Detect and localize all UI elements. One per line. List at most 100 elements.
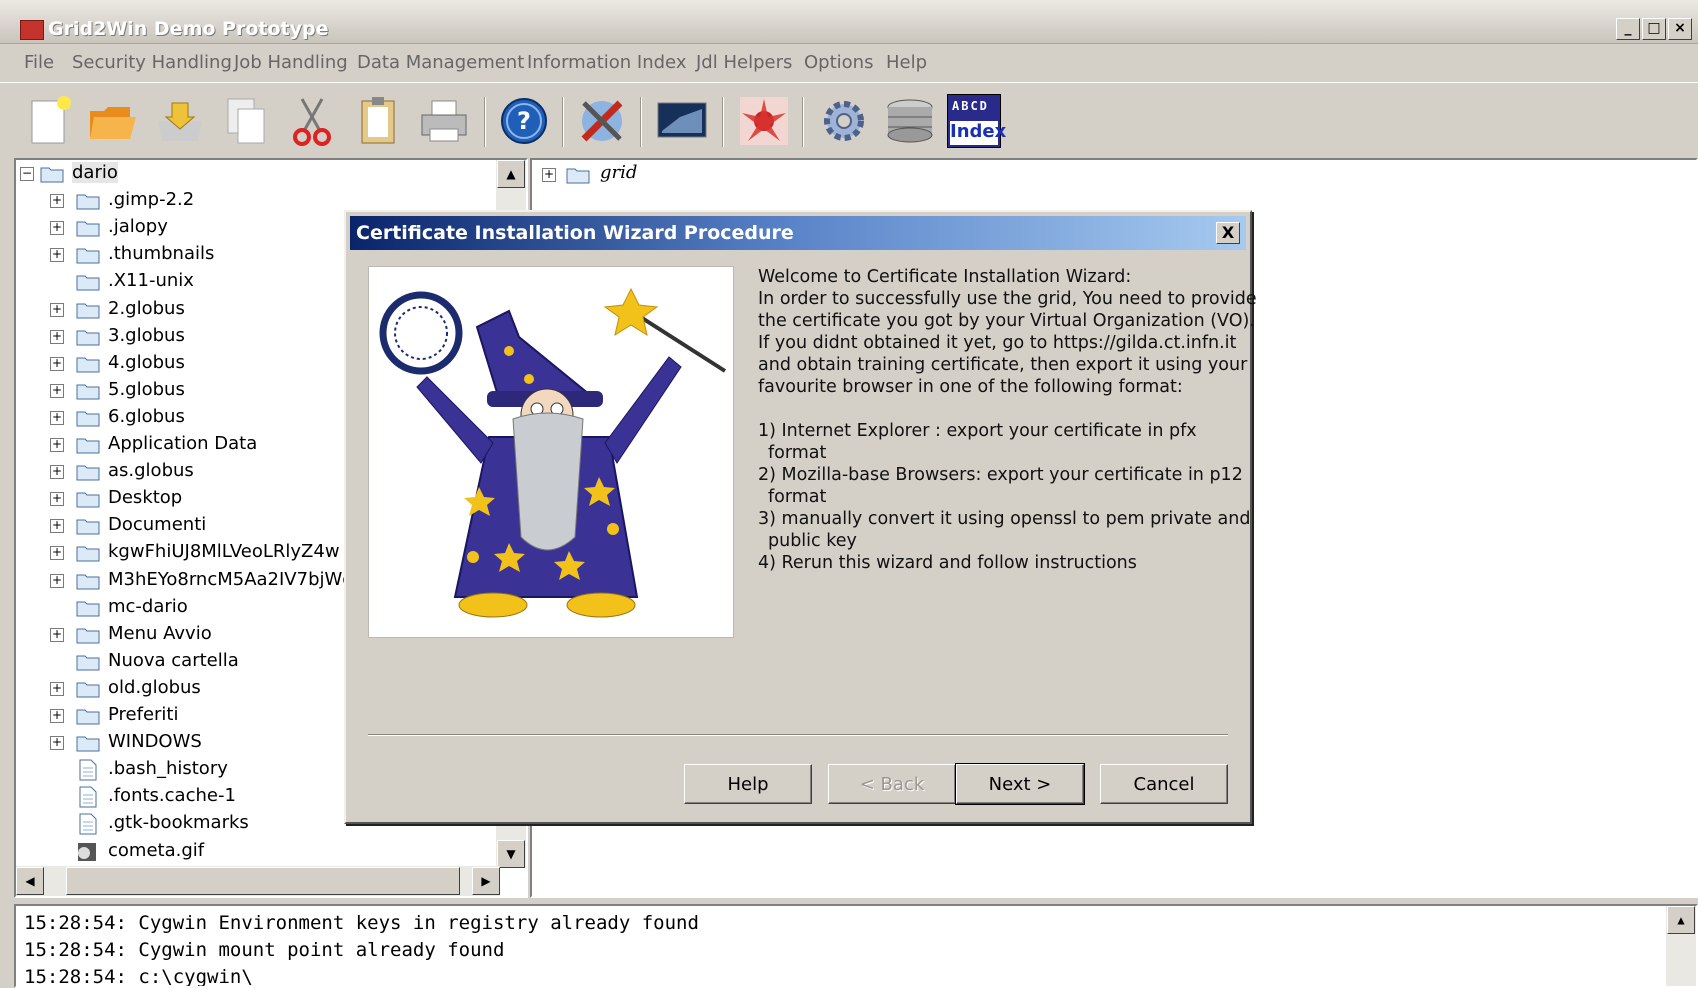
expand-icon[interactable]: +: [50, 573, 64, 588]
open-file-icon[interactable]: [152, 93, 208, 149]
log-scrollbar[interactable]: ▲: [1666, 906, 1696, 986]
tree-item-label[interactable]: 5.globus: [108, 379, 185, 400]
index-icon-label: Index: [950, 121, 1006, 145]
wizard-icon: [379, 287, 727, 618]
tree-root-label[interactable]: dario: [72, 162, 118, 183]
certificate-wizard-dialog: Certificate Installation Wizard Procedur…: [344, 210, 1257, 824]
expand-icon[interactable]: +: [50, 221, 64, 236]
log-scroll-up-icon[interactable]: ▲: [1667, 906, 1695, 934]
tree-item-label[interactable]: M3hEYo8rncM5Aa2IV7bjWg: [108, 569, 354, 590]
menu-jdl-helpers[interactable]: Jdl Helpers: [696, 52, 792, 73]
step-line: format: [768, 487, 827, 507]
collapse-icon[interactable]: −: [20, 167, 34, 181]
scroll-right-icon[interactable]: ▶: [472, 867, 500, 895]
expand-icon[interactable]: +: [50, 627, 64, 642]
tree-item-label[interactable]: .jalopy: [108, 216, 168, 237]
expand-icon[interactable]: +: [50, 438, 64, 452]
expand-icon[interactable]: +: [50, 519, 64, 534]
expand-icon[interactable]: +: [50, 194, 64, 209]
back-button[interactable]: < Back: [828, 764, 956, 804]
tree-item-label[interactable]: .fonts.cache-1: [108, 785, 236, 806]
tree-item-label[interactable]: 2.globus: [108, 298, 185, 319]
tree-item-label[interactable]: mc-dario: [108, 596, 188, 617]
tree-item-label[interactable]: 3.globus: [108, 325, 185, 346]
tree-horizontal-scrollbar[interactable]: ◀ ▶: [16, 866, 500, 896]
image-file-icon: [78, 842, 96, 861]
wizard-instructions: Welcome to Certificate Installation Wiza…: [758, 266, 1257, 574]
folder-icon: [76, 384, 100, 400]
log-output: 15:28:54: Cygwin Environment keys in reg…: [14, 904, 1698, 988]
tree-item-label[interactable]: old.globus: [108, 677, 201, 698]
tree-item-label[interactable]: .thumbnails: [108, 243, 214, 264]
open-folder-icon[interactable]: [84, 93, 140, 149]
paste-icon[interactable]: [350, 93, 406, 149]
expand-icon[interactable]: +: [50, 681, 64, 696]
file-icon: [79, 813, 97, 835]
dialog-title-bar[interactable]: Certificate Installation Wizard Procedur…: [350, 216, 1246, 250]
tree-item-label[interactable]: 4.globus: [108, 352, 185, 373]
dialog-close-button[interactable]: X: [1216, 222, 1240, 244]
log-line: 15:28:54: c:\cygwin\: [24, 966, 253, 988]
menu-options[interactable]: Options: [804, 52, 873, 73]
menu-data-management[interactable]: Data Management: [357, 52, 524, 73]
expand-icon[interactable]: +: [50, 492, 64, 507]
log-line: 15:28:54: Cygwin Environment keys in reg…: [24, 912, 699, 934]
tree-item-label[interactable]: .bash_history: [108, 758, 228, 779]
tree-item-label[interactable]: Preferiti: [108, 704, 179, 725]
monitor-icon[interactable]: [654, 93, 710, 149]
folder-icon: [76, 357, 100, 373]
tree-item-label[interactable]: WINDOWS: [108, 731, 202, 752]
scroll-down-icon[interactable]: ▼: [497, 840, 525, 868]
minimize-button[interactable]: _: [1616, 18, 1640, 40]
tools-icon[interactable]: [574, 93, 630, 149]
tree-item-label[interactable]: .gimp-2.2: [108, 189, 194, 210]
menu-job-handling[interactable]: Job Handling: [234, 52, 348, 73]
expand-icon[interactable]: +: [50, 546, 64, 561]
cancel-button[interactable]: Cancel: [1100, 764, 1228, 804]
expand-icon[interactable]: +: [50, 383, 64, 398]
tree-item-label[interactable]: Desktop: [108, 487, 182, 508]
menu-help[interactable]: Help: [886, 52, 927, 73]
next-button[interactable]: Next >: [955, 763, 1085, 805]
expand-icon[interactable]: +: [542, 168, 556, 182]
menu-security-handling[interactable]: Security Handling: [72, 52, 232, 73]
expand-icon[interactable]: +: [50, 329, 64, 344]
tree-item-label[interactable]: .gtk-bookmarks: [108, 812, 249, 833]
tree-item-label[interactable]: Documenti: [108, 514, 206, 535]
menu-information-index[interactable]: Information Index: [527, 52, 686, 73]
tree-item-label[interactable]: Menu Avvio: [108, 623, 212, 644]
remote-tree-root-label[interactable]: grid: [600, 162, 637, 183]
expand-icon[interactable]: +: [50, 465, 64, 480]
maximize-button[interactable]: □: [1642, 18, 1666, 40]
expand-icon[interactable]: +: [50, 709, 64, 723]
index-icon[interactable]: ABCD Index: [946, 93, 1006, 149]
expand-icon[interactable]: +: [50, 356, 64, 371]
scroll-thumb[interactable]: [66, 867, 460, 895]
tree-item-label[interactable]: cometa.gif: [108, 840, 204, 861]
tree-item-label[interactable]: as.globus: [108, 460, 194, 481]
expand-icon[interactable]: +: [50, 736, 64, 751]
print-icon[interactable]: [416, 93, 472, 149]
settings-gear-icon[interactable]: [816, 93, 872, 149]
expand-icon[interactable]: +: [50, 302, 64, 317]
tree-item-label[interactable]: kgwFhiUJ8MlLVeoLRlyZ4w: [108, 541, 340, 562]
grid-logo-icon[interactable]: [736, 93, 792, 149]
help-button[interactable]: Help: [684, 764, 812, 804]
close-window-button[interactable]: ×: [1668, 18, 1692, 40]
scroll-up-icon[interactable]: ▲: [497, 160, 525, 188]
help-icon[interactable]: ?: [496, 93, 552, 149]
menu-file[interactable]: File: [24, 52, 54, 73]
expand-icon[interactable]: +: [50, 248, 64, 263]
tree-item-label[interactable]: Nuova cartella: [108, 650, 239, 671]
tree-item-label[interactable]: .X11-unix: [108, 270, 194, 291]
folder-icon: [76, 546, 100, 562]
expand-icon[interactable]: +: [50, 410, 64, 425]
new-file-icon[interactable]: [22, 93, 78, 149]
instruction-line: In order to successfully use the grid, Y…: [758, 289, 1257, 309]
database-icon[interactable]: [882, 93, 938, 149]
copy-icon[interactable]: [218, 93, 274, 149]
tree-item-label[interactable]: Application Data: [108, 433, 257, 454]
tree-item-label[interactable]: 6.globus: [108, 406, 185, 427]
cut-icon[interactable]: [284, 93, 340, 149]
scroll-left-icon[interactable]: ◀: [16, 867, 44, 895]
